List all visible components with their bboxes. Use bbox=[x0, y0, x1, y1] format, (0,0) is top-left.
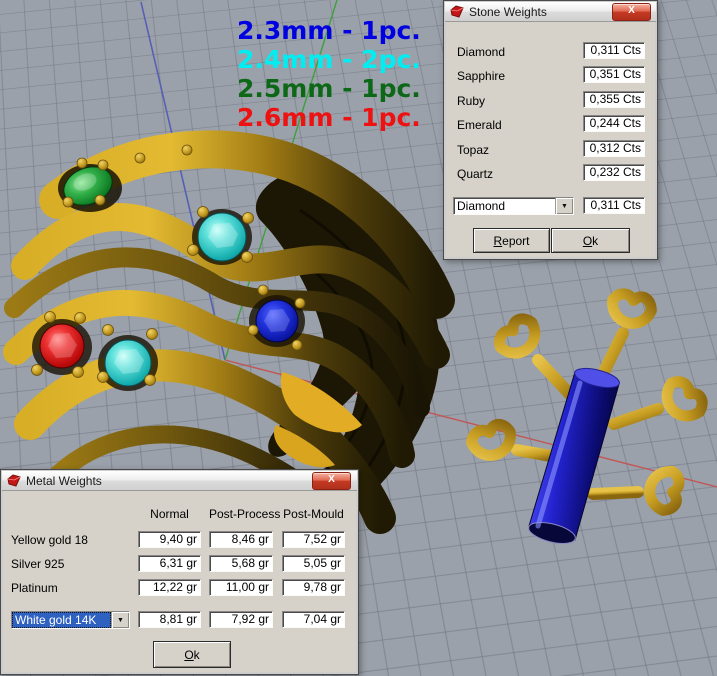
stone-label: Emerald bbox=[457, 118, 502, 132]
annotation-line: 2.5mm - 1pc. bbox=[237, 74, 421, 103]
application-window: 2.3mm - 1pc. 2.4mm - 2pc. 2.5mm - 1pc. 2… bbox=[0, 0, 717, 676]
stone-weight-field[interactable]: 0,355 Cts bbox=[583, 91, 645, 108]
stone-weight-field[interactable]: 0,312 Cts bbox=[583, 140, 645, 157]
stone-select-value: Diamond bbox=[457, 199, 506, 213]
metal-weights-titlebar[interactable]: Metal Weights bbox=[2, 471, 357, 491]
dialog-title: Metal Weights bbox=[26, 473, 102, 488]
annotation-line: 2.6mm - 1pc. bbox=[237, 103, 421, 132]
stone-label: Topaz bbox=[457, 143, 490, 157]
metal-weight-field[interactable]: 11,00 gr bbox=[209, 579, 273, 596]
metal-select-dropdown[interactable]: White gold 14K ▼ bbox=[11, 611, 130, 629]
stone-label: Diamond bbox=[457, 45, 506, 59]
stone-weight-field[interactable]: 0,351 Cts bbox=[583, 66, 645, 83]
metal-weight-field[interactable]: 9,78 gr bbox=[282, 579, 345, 596]
column-header: Post-Mould bbox=[283, 507, 344, 521]
stone-label: Ruby bbox=[457, 94, 486, 108]
metal-weight-field[interactable]: 5,68 gr bbox=[209, 555, 273, 572]
metal-weights-dialog: Metal Weights X Normal Post-Process Post… bbox=[0, 469, 359, 675]
stone-label: Quartz bbox=[457, 167, 494, 181]
stone-weight-field[interactable]: 0,232 Cts bbox=[583, 164, 645, 181]
column-header: Normal bbox=[150, 507, 189, 521]
stone-weight-field[interactable]: 0,244 Cts bbox=[583, 115, 645, 132]
report-button[interactable]: Report bbox=[473, 228, 550, 253]
selected-stone-weight-field[interactable]: 0,311 Cts bbox=[583, 197, 645, 214]
close-icon[interactable]: X bbox=[612, 3, 651, 21]
metal-weight-field[interactable]: 9,40 gr bbox=[138, 531, 201, 548]
metal-label: Platinum bbox=[11, 581, 58, 595]
metal-select-value: White gold 14K bbox=[12, 612, 111, 628]
chevron-down-icon[interactable]: ▼ bbox=[555, 198, 573, 214]
app-gem-icon bbox=[450, 5, 464, 18]
metal-weight-field[interactable]: 5,05 gr bbox=[282, 555, 345, 572]
column-header: Post-Process bbox=[209, 507, 281, 521]
app-gem-icon bbox=[7, 474, 21, 487]
stone-weights-dialog: Stone Weights X Diamond 0,311 Cts Sapphi… bbox=[443, 0, 658, 260]
gem-topaz-2[interactable] bbox=[97, 324, 159, 392]
stone-weight-field[interactable]: 0,311 Cts bbox=[583, 42, 645, 59]
metal-label: Yellow gold 18 bbox=[11, 533, 88, 547]
stone-select-dropdown[interactable]: Diamond ▼ bbox=[453, 197, 574, 215]
metal-weight-field[interactable]: 8,46 gr bbox=[209, 531, 273, 548]
metal-weight-field[interactable]: 8,81 gr bbox=[138, 611, 201, 628]
metal-weight-field[interactable]: 12,22 gr bbox=[138, 579, 201, 596]
metal-weight-field[interactable]: 7,04 gr bbox=[282, 611, 345, 628]
dialog-title: Stone Weights bbox=[469, 4, 547, 19]
stone-label: Sapphire bbox=[457, 69, 506, 83]
metal-weight-field[interactable]: 7,52 gr bbox=[282, 531, 345, 548]
metal-weight-field[interactable]: 6,31 gr bbox=[138, 555, 201, 572]
metal-label: Silver 925 bbox=[11, 557, 65, 571]
casting-tree-model[interactable] bbox=[466, 288, 708, 548]
annotation-line: 2.4mm - 2pc. bbox=[237, 45, 421, 74]
ok-button[interactable]: Ok bbox=[153, 641, 231, 668]
ok-button[interactable]: Ok bbox=[551, 228, 630, 253]
chevron-down-icon[interactable]: ▼ bbox=[111, 612, 129, 628]
stone-size-annotations: 2.3mm - 1pc. 2.4mm - 2pc. 2.5mm - 1pc. 2… bbox=[237, 16, 421, 132]
metal-weight-field[interactable]: 7,92 gr bbox=[209, 611, 273, 628]
close-icon[interactable]: X bbox=[312, 472, 351, 490]
annotation-line: 2.3mm - 1pc. bbox=[237, 16, 421, 45]
